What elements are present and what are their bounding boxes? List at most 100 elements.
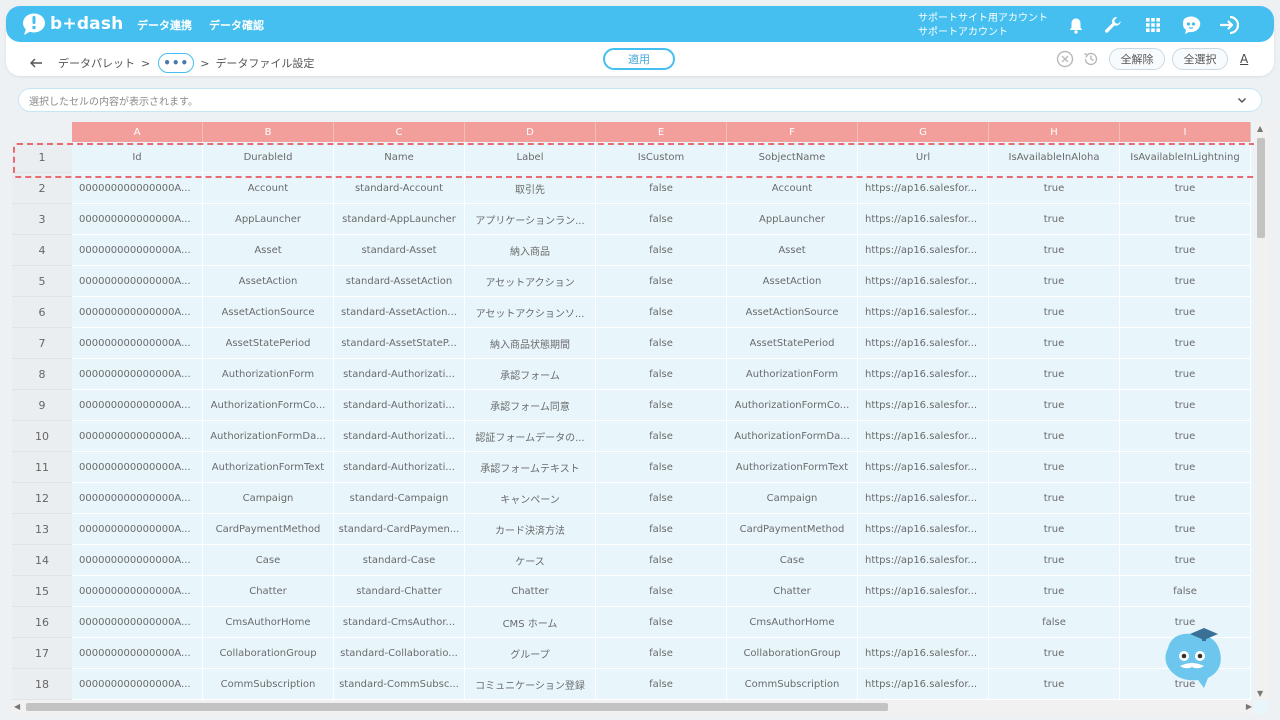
table-cell[interactable]: アプリケーションラン... — [465, 204, 596, 234]
table-cell[interactable]: AuthorizationForm — [203, 359, 334, 389]
table-cell[interactable]: true — [989, 173, 1120, 203]
table-cell[interactable]: true — [1120, 173, 1251, 203]
table-cell[interactable]: CmsAuthorHome — [203, 607, 334, 637]
table-cell[interactable]: Chatter — [465, 576, 596, 606]
table-cell[interactable]: true — [1120, 452, 1251, 482]
table-cell[interactable]: 000000000000000A... — [72, 607, 203, 637]
table-cell[interactable]: 000000000000000A... — [72, 452, 203, 482]
row-header[interactable]: 9 — [12, 390, 72, 421]
column-header-d[interactable]: D — [465, 122, 596, 142]
table-cell[interactable]: standard-Asset — [334, 235, 465, 265]
table-cell[interactable]: standard-AssetAction — [334, 266, 465, 296]
column-header-h[interactable]: H — [989, 122, 1120, 142]
table-cell[interactable]: 000000000000000A... — [72, 576, 203, 606]
table-cell[interactable]: true — [989, 514, 1120, 544]
table-cell[interactable]: true — [1120, 204, 1251, 234]
table-cell[interactable]: Asset — [203, 235, 334, 265]
table-cell[interactable]: 承認フォーム同意 — [465, 390, 596, 420]
table-cell[interactable]: AppLauncher — [203, 204, 334, 234]
horizontal-scroll-thumb[interactable] — [26, 703, 888, 711]
table-cell[interactable]: true — [989, 483, 1120, 513]
table-cell[interactable]: IsAvailableInAloha — [989, 142, 1120, 172]
table-cell[interactable]: AuthorizationFormCo... — [727, 390, 858, 420]
table-cell[interactable]: AuthorizationFormDa... — [727, 421, 858, 451]
row-header[interactable]: 7 — [12, 328, 72, 359]
column-header-g[interactable]: G — [858, 122, 989, 142]
row-header[interactable]: 1 — [12, 142, 72, 173]
table-cell[interactable]: standard-Collaboratio... — [334, 638, 465, 668]
table-cell[interactable]: IsAvailableInLightning — [1120, 142, 1251, 172]
support-mascot-icon[interactable] — [1180, 14, 1202, 36]
table-cell[interactable]: CmsAuthorHome — [727, 607, 858, 637]
table-cell[interactable]: CommSubscription — [727, 669, 858, 699]
table-cell[interactable]: false — [596, 638, 727, 668]
table-cell[interactable]: 000000000000000A... — [72, 204, 203, 234]
table-cell[interactable]: CollaborationGroup — [727, 638, 858, 668]
table-cell[interactable]: standard-Authorizati... — [334, 421, 465, 451]
breadcrumb-data-palette[interactable]: データパレット — [58, 55, 135, 71]
table-cell[interactable]: 000000000000000A... — [72, 514, 203, 544]
row-header[interactable]: 10 — [12, 421, 72, 452]
row-header[interactable]: 4 — [12, 235, 72, 266]
table-cell[interactable]: AssetStatePeriod — [203, 328, 334, 358]
table-cell[interactable]: true — [989, 235, 1120, 265]
table-cell[interactable]: true — [989, 204, 1120, 234]
table-cell[interactable]: 承認フォームテキスト — [465, 452, 596, 482]
table-cell[interactable]: true — [1120, 390, 1251, 420]
table-cell[interactable]: https://ap16.salesfor... — [858, 328, 989, 358]
table-cell[interactable]: standard-Campaign — [334, 483, 465, 513]
table-cell[interactable]: false — [596, 514, 727, 544]
table-cell[interactable]: https://ap16.salesfor... — [858, 421, 989, 451]
scroll-down-arrow-icon[interactable]: ▼ — [1257, 689, 1263, 698]
table-cell[interactable]: AssetStatePeriod — [727, 328, 858, 358]
table-cell[interactable]: 000000000000000A... — [72, 328, 203, 358]
table-cell[interactable]: Label — [465, 142, 596, 172]
table-cell[interactable]: https://ap16.salesfor... — [858, 638, 989, 668]
table-cell[interactable]: https://ap16.salesfor... — [858, 235, 989, 265]
table-cell[interactable]: standard-Authorizati... — [334, 390, 465, 420]
table-cell[interactable]: SobjectName — [727, 142, 858, 172]
table-cell[interactable]: true — [989, 452, 1120, 482]
table-cell[interactable]: false — [596, 173, 727, 203]
table-cell[interactable]: CommSubscription — [203, 669, 334, 699]
account-info[interactable]: サポートサイト用アカウント サポートアカウント — [918, 12, 1048, 40]
table-cell[interactable]: true — [989, 328, 1120, 358]
table-cell[interactable]: standard-CommSubsc... — [334, 669, 465, 699]
row-header[interactable]: 2 — [12, 173, 72, 204]
font-setting-icon[interactable]: A — [1240, 52, 1248, 66]
table-cell[interactable]: 000000000000000A... — [72, 173, 203, 203]
table-cell[interactable]: AuthorizationFormDa... — [203, 421, 334, 451]
bdash-logo[interactable]: b+dash — [22, 12, 123, 36]
table-cell[interactable]: Asset — [727, 235, 858, 265]
table-cell[interactable]: 納入商品 — [465, 235, 596, 265]
table-cell[interactable]: AssetActionSource — [203, 297, 334, 327]
table-cell[interactable]: true — [989, 359, 1120, 389]
table-cell[interactable]: 000000000000000A... — [72, 359, 203, 389]
table-cell[interactable]: false — [596, 328, 727, 358]
column-header-b[interactable]: B — [203, 122, 334, 142]
table-cell[interactable]: true — [989, 576, 1120, 606]
table-cell[interactable]: CardPaymentMethod — [727, 514, 858, 544]
table-cell[interactable]: Url — [858, 142, 989, 172]
table-cell[interactable]: https://ap16.salesfor... — [858, 266, 989, 296]
chevron-down-icon[interactable] — [1235, 93, 1249, 107]
table-cell[interactable]: AppLauncher — [727, 204, 858, 234]
table-cell[interactable]: AuthorizationFormText — [203, 452, 334, 482]
table-cell[interactable]: true — [1120, 328, 1251, 358]
table-cell[interactable]: CardPaymentMethod — [203, 514, 334, 544]
table-cell[interactable]: true — [989, 297, 1120, 327]
table-cell[interactable]: standard-CmsAuthor... — [334, 607, 465, 637]
table-cell[interactable]: IsCustom — [596, 142, 727, 172]
row-header[interactable]: 18 — [12, 669, 72, 700]
table-cell[interactable]: false — [596, 669, 727, 699]
table-cell[interactable]: 承認フォーム — [465, 359, 596, 389]
row-header[interactable]: 8 — [12, 359, 72, 390]
table-cell[interactable]: false — [596, 483, 727, 513]
select-all-button[interactable]: 全選択 — [1172, 48, 1228, 70]
table-cell[interactable]: AuthorizationFormCo... — [203, 390, 334, 420]
row-header[interactable]: 17 — [12, 638, 72, 669]
table-cell[interactable]: standard-AssetAction... — [334, 297, 465, 327]
table-cell[interactable]: 000000000000000A... — [72, 483, 203, 513]
table-cell[interactable]: コミュニケーション登録 — [465, 669, 596, 699]
table-cell[interactable]: https://ap16.salesfor... — [858, 483, 989, 513]
